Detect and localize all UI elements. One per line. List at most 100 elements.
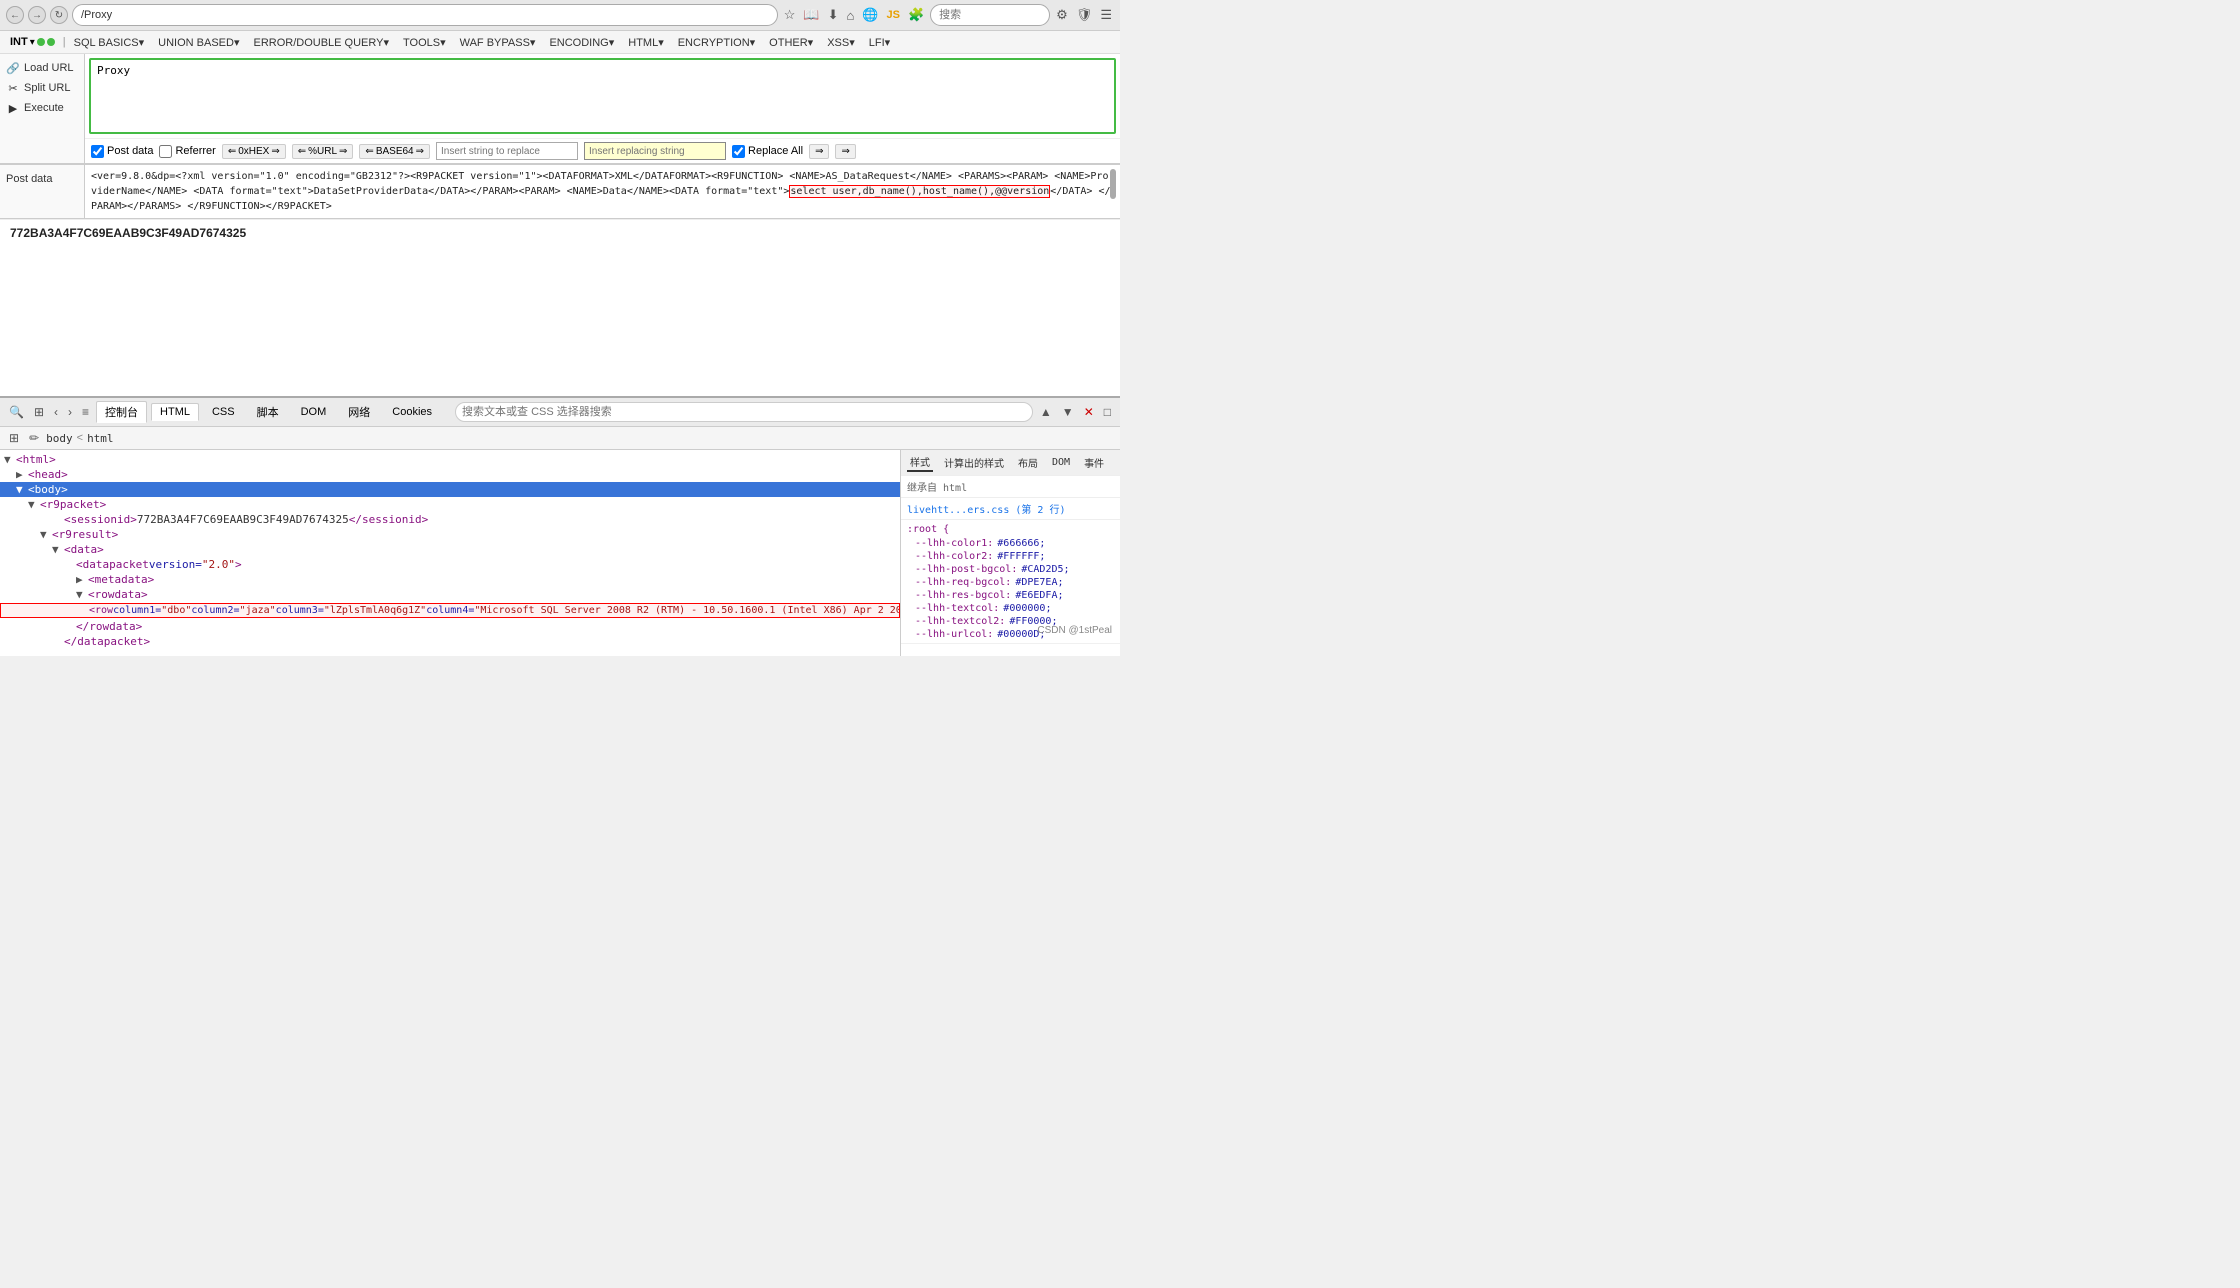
tree-node-metadata[interactable]: ▶ <metadata> bbox=[0, 572, 900, 587]
tree-node-row[interactable]: <row column1="dbo" column2="jaza" column… bbox=[0, 603, 900, 618]
load-url-button[interactable]: 🔗 Load URL bbox=[0, 58, 84, 78]
styles-prop-name-1: --lhh-color2: bbox=[915, 551, 993, 562]
devtools-list-icon[interactable]: ≡ bbox=[79, 403, 92, 421]
tab-console[interactable]: 控制台 bbox=[96, 401, 147, 423]
split-url-icon: ✂ bbox=[6, 81, 20, 95]
tab-cookies[interactable]: Cookies bbox=[383, 403, 441, 421]
tree-toggle-rowdata[interactable]: ▼ bbox=[76, 588, 88, 601]
tree-node-datapacket[interactable]: <datapacket version= "2.0" > bbox=[0, 557, 900, 572]
tree-toggle-body[interactable]: ▼ bbox=[16, 483, 28, 496]
devtools-prev-icon[interactable]: ‹ bbox=[51, 403, 61, 421]
replace-all-checkbox[interactable]: Replace All bbox=[732, 145, 803, 158]
styles-tab-computed[interactable]: 计算出的样式 bbox=[941, 454, 1007, 471]
tree-toggle-metadata[interactable]: ▶ bbox=[76, 573, 88, 586]
execute-button[interactable]: ▶ Execute bbox=[0, 98, 84, 118]
url-encode-button[interactable]: ⇐ %URL ⇒ bbox=[292, 144, 354, 159]
tree-tag-row: <row bbox=[89, 605, 113, 616]
devtools-close-icon[interactable]: ✕ bbox=[1081, 403, 1097, 421]
menu-encryption[interactable]: ENCRYPTION▾ bbox=[672, 34, 761, 51]
shield-icon[interactable]: 🛡 bbox=[1074, 5, 1095, 25]
devtools-edit-icon[interactable]: ✏ bbox=[26, 429, 42, 447]
post-data-text: <ver=9.8.0&dp=<?xml version="1.0" encodi… bbox=[85, 165, 1120, 218]
tree-toggle-html[interactable]: ▼ bbox=[4, 453, 16, 466]
tree-toggle-head[interactable]: ▶ bbox=[16, 468, 28, 481]
js-icon[interactable]: JS bbox=[885, 7, 902, 23]
star-icon[interactable]: ☆ bbox=[782, 5, 798, 25]
url-textarea[interactable]: Proxy bbox=[91, 60, 1114, 100]
styles-tab-dom[interactable]: DOM bbox=[1049, 456, 1073, 469]
tab-script[interactable]: 脚本 bbox=[248, 401, 288, 423]
replace-apply-button[interactable]: ⇒ bbox=[809, 144, 829, 159]
search-input[interactable] bbox=[930, 4, 1050, 26]
menu-tools[interactable]: TOOLS▾ bbox=[397, 34, 452, 51]
tree-tag-rowdata-close: </rowdata> bbox=[76, 620, 142, 633]
tree-toggle-r9result[interactable]: ▼ bbox=[40, 528, 52, 541]
tree-node-datapacket-close2[interactable]: </datapacket> bbox=[0, 634, 900, 649]
breadcrumb-html[interactable]: html bbox=[87, 432, 114, 445]
referrer-check[interactable] bbox=[159, 145, 172, 158]
devtools-inspect-icon[interactable]: 🔍 bbox=[6, 403, 27, 421]
devtools-breadcrumb-icon[interactable]: ⊞ bbox=[6, 429, 22, 447]
int-dropdown-icon[interactable]: ▾ bbox=[30, 37, 35, 48]
reload-button[interactable]: ↻ bbox=[50, 6, 68, 24]
styles-tab-layout[interactable]: 布局 bbox=[1015, 454, 1041, 471]
globe-icon[interactable]: 🌐 bbox=[860, 5, 880, 25]
replace-extra-button[interactable]: ⇒ bbox=[835, 144, 855, 159]
tab-network[interactable]: 网络 bbox=[339, 401, 379, 423]
menu-error-double[interactable]: ERROR/DOUBLE QUERY▾ bbox=[247, 34, 395, 51]
menu-html[interactable]: HTML▾ bbox=[622, 34, 669, 51]
menu-sql-basics[interactable]: SQL BASICS▾ bbox=[68, 34, 151, 51]
forward-button[interactable]: → bbox=[28, 6, 46, 24]
devtools-next-icon[interactable]: › bbox=[65, 403, 75, 421]
tree-node-data[interactable]: ▼ <data> bbox=[0, 542, 900, 557]
devtools-maximize-icon[interactable]: □ bbox=[1101, 403, 1114, 421]
tree-node-head[interactable]: ▶ <head> bbox=[0, 467, 900, 482]
int-selector[interactable]: INT ▾ bbox=[4, 33, 61, 51]
back-button[interactable]: ← bbox=[6, 6, 24, 24]
devtools-layout-icon[interactable]: ⊞ bbox=[31, 403, 47, 421]
tree-node-rowdata[interactable]: ▼ <rowdata> bbox=[0, 587, 900, 602]
post-data-label-col: Post data bbox=[0, 165, 85, 218]
read-icon[interactable]: 📖 bbox=[801, 5, 821, 25]
post-data-check[interactable] bbox=[91, 145, 104, 158]
post-data-checkbox[interactable]: Post data bbox=[91, 145, 153, 158]
devtools-search-input[interactable] bbox=[455, 402, 1033, 422]
split-url-button[interactable]: ✂ Split URL bbox=[0, 78, 84, 98]
tab-html[interactable]: HTML bbox=[151, 403, 199, 421]
replacing-string-field[interactable] bbox=[584, 142, 726, 160]
menu-lfi[interactable]: LFI▾ bbox=[863, 34, 896, 51]
devtools-search-up-icon[interactable]: ▲ bbox=[1037, 403, 1055, 421]
menu-union-based[interactable]: UNION BASED▾ bbox=[152, 34, 245, 51]
referrer-checkbox[interactable]: Referrer bbox=[159, 145, 215, 158]
insert-string-field[interactable] bbox=[436, 142, 578, 160]
tree-toggle-data[interactable]: ▼ bbox=[52, 543, 64, 556]
menu-xss[interactable]: XSS▾ bbox=[821, 34, 861, 51]
home-icon[interactable]: ⌂ bbox=[844, 6, 856, 25]
tab-dom[interactable]: DOM bbox=[292, 403, 336, 421]
tree-node-rowdata-close[interactable]: </rowdata> bbox=[0, 619, 900, 634]
address-bar[interactable]: /Proxy bbox=[72, 4, 778, 26]
tree-node-r9result[interactable]: ▼ <r9result> bbox=[0, 527, 900, 542]
tree-node-html[interactable]: ▼ <html> bbox=[0, 452, 900, 467]
replace-all-check[interactable] bbox=[732, 145, 745, 158]
base64-encode-button[interactable]: ⇐ BASE64 ⇒ bbox=[359, 144, 430, 159]
menu-waf-bypass[interactable]: WAF BYPASS▾ bbox=[454, 34, 542, 51]
devtools-search-down-icon[interactable]: ▼ bbox=[1059, 403, 1077, 421]
tree-node-body[interactable]: ▼ <body> bbox=[0, 482, 900, 497]
menu-encoding[interactable]: ENCODING▾ bbox=[543, 34, 620, 51]
tree-node-sessionid[interactable]: <sessionid> 772BA3A4F7C69EAAB9C3F49AD767… bbox=[0, 512, 900, 527]
styles-source-file[interactable]: livehtt...ers.css (第 2 行) bbox=[907, 501, 1065, 516]
extension-icon[interactable]: 🧩 bbox=[906, 5, 926, 25]
breadcrumb-body[interactable]: body bbox=[46, 432, 73, 445]
styles-tab-styles[interactable]: 样式 bbox=[907, 453, 933, 472]
menu-other[interactable]: OTHER▾ bbox=[763, 34, 819, 51]
menu-icon[interactable]: ☰ bbox=[1098, 5, 1114, 25]
post-controls-row: Post data Referrer ⇐ 0xHEX ⇒ ⇐ %URL ⇒ ⇐ … bbox=[85, 138, 1120, 163]
hex-encode-button[interactable]: ⇐ 0xHEX ⇒ bbox=[222, 144, 286, 159]
tab-css[interactable]: CSS bbox=[203, 403, 244, 421]
download-icon[interactable]: ⬇ bbox=[826, 5, 841, 25]
tree-toggle-r9packet[interactable]: ▼ bbox=[28, 498, 40, 511]
settings-icon[interactable]: ⚙ bbox=[1054, 5, 1070, 25]
styles-tab-events[interactable]: 事件 bbox=[1081, 454, 1107, 471]
tree-node-r9packet[interactable]: ▼ <r9packet> bbox=[0, 497, 900, 512]
